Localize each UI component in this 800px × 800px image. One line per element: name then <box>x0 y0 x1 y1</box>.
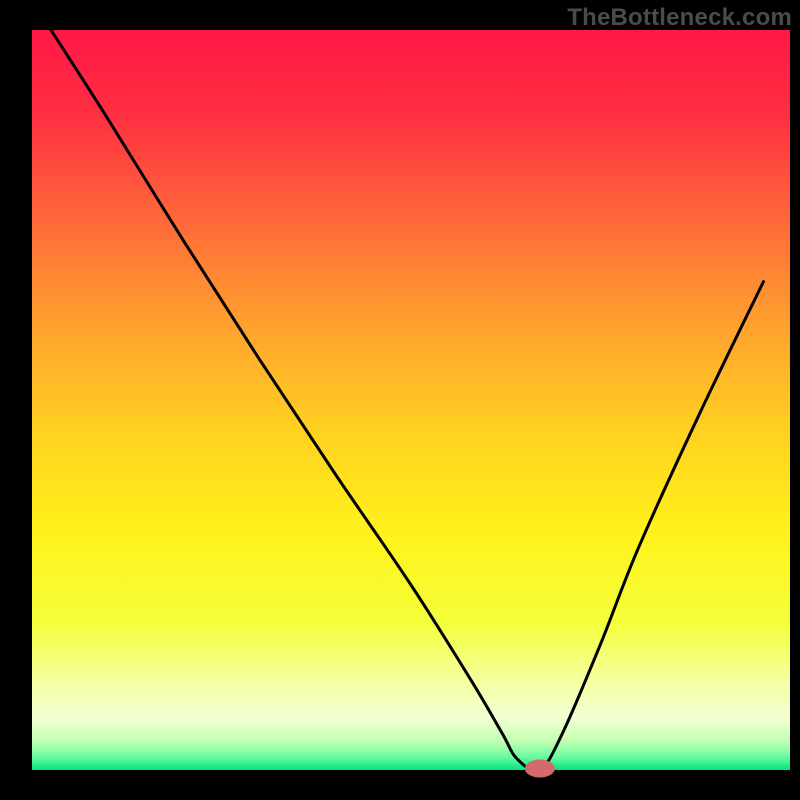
plot-background <box>32 30 790 770</box>
chart-frame: TheBottleneck.com <box>0 0 800 800</box>
watermark-text: TheBottleneck.com <box>567 4 792 32</box>
bottleneck-chart <box>0 0 800 800</box>
indicator-pill <box>525 760 555 778</box>
